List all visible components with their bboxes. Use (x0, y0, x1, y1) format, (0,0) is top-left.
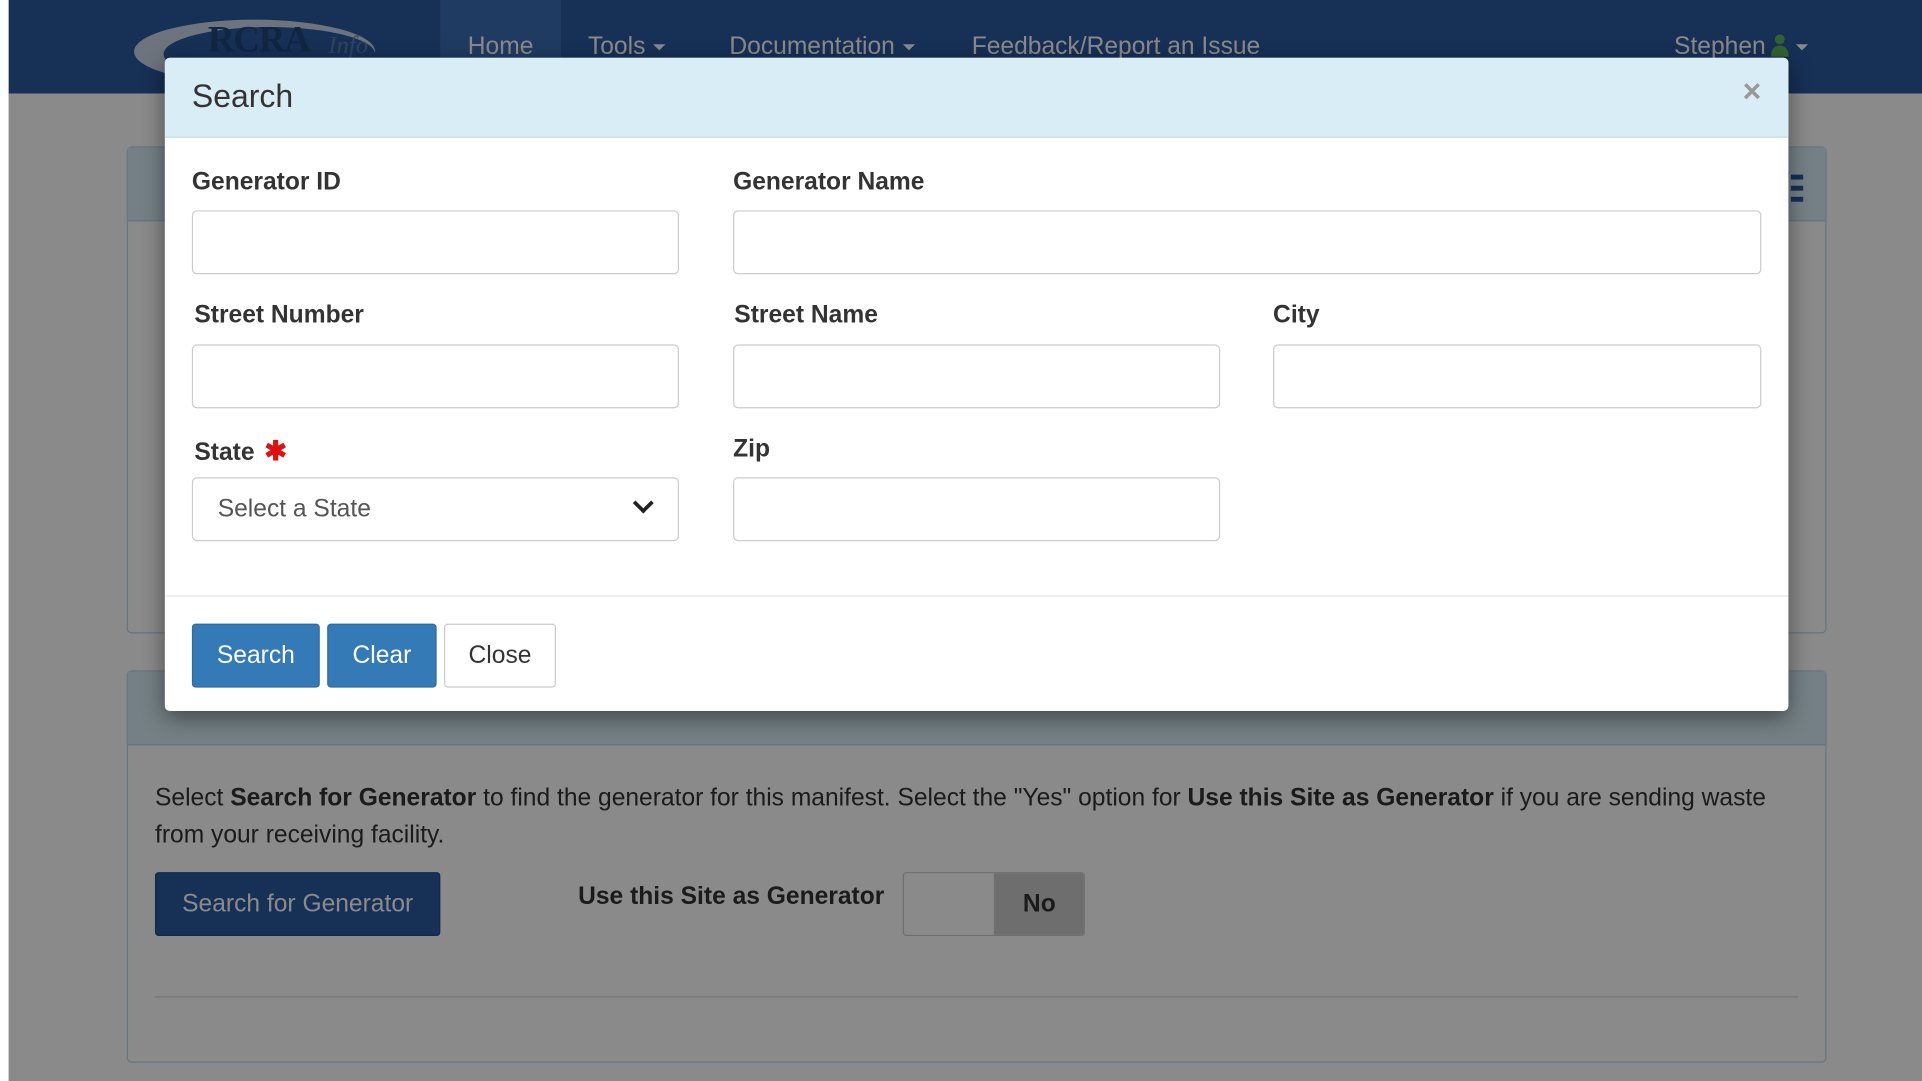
zip-label: Zip (733, 435, 770, 463)
modal-title: Search (191, 77, 294, 115)
generator-name-label: Generator Name (733, 168, 925, 196)
street-number-input[interactable] (191, 344, 679, 409)
required-asterisk-icon: ✱ (264, 435, 288, 467)
state-select[interactable]: Select a State (191, 477, 679, 542)
zip-input[interactable] (733, 477, 1221, 542)
state-label-text: State (194, 439, 255, 467)
street-number-label: Street Number (194, 301, 364, 329)
modal-footer: Search Clear Close (164, 595, 1789, 711)
state-label: State ✱ (194, 435, 287, 467)
city-label: City (1273, 301, 1320, 329)
street-name-label: Street Name (734, 301, 878, 329)
search-button[interactable]: Search (191, 623, 320, 688)
page-edge (0, 0, 9, 1081)
state-select-value: Select a State (217, 495, 371, 523)
close-icon[interactable]: × (1743, 73, 1762, 111)
chevron-down-icon (632, 492, 654, 514)
generator-id-input[interactable] (191, 210, 679, 275)
close-button[interactable]: Close (444, 623, 556, 688)
street-name-input[interactable] (733, 344, 1221, 409)
generator-id-label: Generator ID (191, 168, 341, 196)
generator-name-input[interactable] (733, 210, 1762, 275)
modal-header: Search × (164, 57, 1789, 138)
city-input[interactable] (1273, 344, 1762, 409)
clear-button[interactable]: Clear (327, 623, 437, 688)
search-modal: Search × Generator ID Generator Name Str… (164, 57, 1789, 711)
